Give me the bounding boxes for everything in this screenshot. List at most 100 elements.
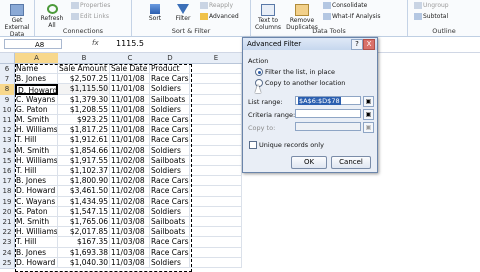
- cell-e24[interactable]: [190, 247, 242, 258]
- cell-c9[interactable]: 11/01/08: [110, 94, 150, 105]
- reapply-button[interactable]: Reapply: [200, 2, 233, 9]
- fx-icon[interactable]: fx: [92, 39, 99, 47]
- cell-d11[interactable]: Race Cars: [150, 115, 190, 126]
- cell-e13[interactable]: [190, 135, 242, 146]
- close-button[interactable]: X: [363, 39, 375, 50]
- filter-button[interactable]: Filter: [172, 4, 194, 22]
- cell-c13[interactable]: 11/01/08: [110, 135, 150, 146]
- cell-c12[interactable]: 11/01/08: [110, 125, 150, 136]
- cell-b17[interactable]: $1,800.90: [58, 176, 110, 187]
- column-header-c[interactable]: C: [110, 53, 151, 64]
- cell-e19[interactable]: [190, 196, 242, 207]
- cell-d24[interactable]: Race Cars: [150, 247, 190, 258]
- cell-a15[interactable]: H. Williams: [15, 155, 58, 166]
- copy-to-input[interactable]: [295, 122, 361, 131]
- cell-c24[interactable]: 11/03/08: [110, 247, 150, 258]
- cell-b22[interactable]: $2,017.85: [58, 227, 110, 238]
- cell-d19[interactable]: Race Cars: [150, 196, 190, 207]
- cell-b18[interactable]: $3,461.50: [58, 186, 110, 197]
- cell-b21[interactable]: $1,765.06: [58, 217, 110, 228]
- cell-a24[interactable]: B. Jones: [15, 247, 58, 258]
- filter-in-place-label[interactable]: Filter the list, in place: [265, 68, 335, 76]
- cell-a17[interactable]: B. Jones: [15, 176, 58, 187]
- cell-d6[interactable]: Product: [150, 64, 190, 75]
- select-all-corner[interactable]: [0, 53, 15, 64]
- cell-a21[interactable]: M. Smith: [15, 217, 58, 228]
- cell-a25[interactable]: D. Howard: [15, 257, 58, 268]
- column-header-b[interactable]: B: [58, 53, 111, 64]
- name-box[interactable]: A8: [4, 39, 62, 49]
- cell-d12[interactable]: Race Cars: [150, 125, 190, 136]
- cell-b9[interactable]: $1,379.30: [58, 94, 110, 105]
- cell-d8[interactable]: Soldiers: [150, 84, 190, 95]
- cell-d18[interactable]: Race Cars: [150, 186, 190, 197]
- subtotal-button[interactable]: Subtotal: [414, 13, 448, 20]
- cell-c17[interactable]: 11/02/08: [110, 176, 150, 187]
- dialog-title-bar[interactable]: Advanced Filter ? X: [243, 38, 377, 50]
- cell-d17[interactable]: Race Cars: [150, 176, 190, 187]
- what-if-analysis-button[interactable]: What-If Analysis: [323, 13, 380, 20]
- cell-d20[interactable]: Soldiers: [150, 206, 190, 217]
- cell-c22[interactable]: 11/03/08: [110, 227, 150, 238]
- cell-c11[interactable]: 11/01/08: [110, 115, 150, 126]
- cell-b24[interactable]: $1,693.38: [58, 247, 110, 258]
- cell-d21[interactable]: Sailboats: [150, 217, 190, 228]
- cell-e10[interactable]: [190, 104, 242, 115]
- cell-c7[interactable]: 11/01/08: [110, 74, 150, 85]
- cell-b20[interactable]: $1,547.15: [58, 206, 110, 217]
- cell-b6[interactable]: Sale Amount: [58, 64, 110, 75]
- cell-b11[interactable]: $923.25: [58, 115, 110, 126]
- cell-b13[interactable]: $1,912.61: [58, 135, 110, 146]
- copy-to-location-label[interactable]: Copy to another location: [265, 79, 345, 87]
- cell-a20[interactable]: G. Paton: [15, 206, 58, 217]
- get-external-data-button[interactable]: Get External Data: [2, 4, 32, 38]
- cell-e18[interactable]: [190, 186, 242, 197]
- cell-a6[interactable]: Name: [15, 64, 58, 75]
- ok-button[interactable]: OK: [291, 156, 327, 169]
- cell-d16[interactable]: Soldiers: [150, 166, 190, 177]
- list-range-collapse-icon[interactable]: ▣: [363, 96, 374, 107]
- cell-d7[interactable]: Race Cars: [150, 74, 190, 85]
- cell-e15[interactable]: [190, 155, 242, 166]
- cell-e25[interactable]: [190, 257, 242, 268]
- cell-e12[interactable]: [190, 125, 242, 136]
- cell-b15[interactable]: $1,917.55: [58, 155, 110, 166]
- cell-e8[interactable]: [190, 84, 242, 95]
- cell-d9[interactable]: Sailboats: [150, 94, 190, 105]
- edit-links-button[interactable]: Edit Links: [71, 13, 109, 20]
- cell-e9[interactable]: [190, 94, 242, 105]
- cell-d10[interactable]: Soldiers: [150, 104, 190, 115]
- cell-c25[interactable]: 11/03/08: [110, 257, 150, 268]
- column-header-d[interactable]: D: [150, 53, 191, 64]
- cell-a14[interactable]: M. Smith: [15, 145, 58, 156]
- advanced-button[interactable]: Advanced: [200, 13, 239, 20]
- cell-e21[interactable]: [190, 217, 242, 228]
- refresh-all-button[interactable]: Refresh All: [39, 4, 65, 29]
- column-header-a[interactable]: A: [15, 53, 59, 64]
- unique-records-checkbox[interactable]: [249, 141, 257, 149]
- ungroup-button[interactable]: Ungroup: [414, 2, 449, 9]
- cell-a22[interactable]: H. Williams: [15, 227, 58, 238]
- cell-a7[interactable]: B. Jones: [15, 74, 58, 85]
- filter-in-place-radio[interactable]: [255, 68, 263, 76]
- cell-a11[interactable]: M. Smith: [15, 115, 58, 126]
- cell-e14[interactable]: [190, 145, 242, 156]
- properties-button[interactable]: Properties: [71, 2, 110, 9]
- cell-c16[interactable]: 11/02/08: [110, 166, 150, 177]
- criteria-range-input[interactable]: [295, 109, 361, 118]
- cell-e7[interactable]: [190, 74, 242, 85]
- cell-c18[interactable]: 11/02/08: [110, 186, 150, 197]
- cell-a10[interactable]: G. Paton: [15, 104, 58, 115]
- cell-b25[interactable]: $1,040.30: [58, 257, 110, 268]
- cell-c20[interactable]: 11/02/08: [110, 206, 150, 217]
- cell-a13[interactable]: T. Hill: [15, 135, 58, 146]
- copy-to-collapse-icon[interactable]: ▣: [363, 122, 374, 133]
- cell-d14[interactable]: Soldiers: [150, 145, 190, 156]
- cell-d23[interactable]: Race Cars: [150, 237, 190, 248]
- cell-b16[interactable]: $1,102.37: [58, 166, 110, 177]
- cell-b14[interactable]: $1,854.66: [58, 145, 110, 156]
- cell-c15[interactable]: 11/02/08: [110, 155, 150, 166]
- cell-a19[interactable]: C. Wayans: [15, 196, 58, 207]
- cell-c14[interactable]: 11/02/08: [110, 145, 150, 156]
- cell-e16[interactable]: [190, 166, 242, 177]
